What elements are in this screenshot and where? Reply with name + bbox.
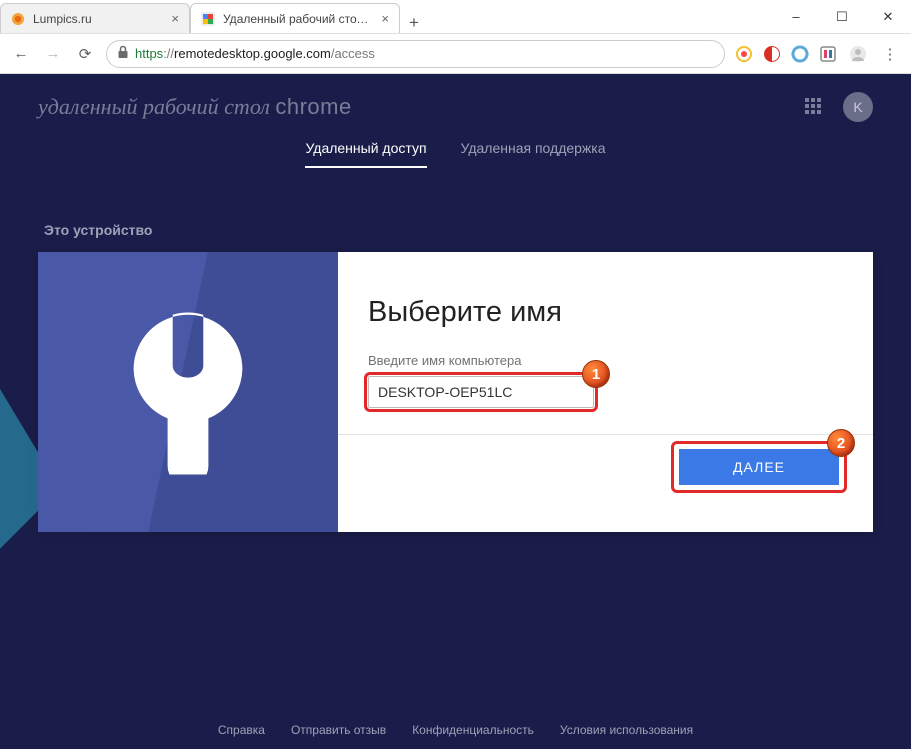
- footer-terms[interactable]: Условия использования: [560, 723, 693, 737]
- favicon-crd: [201, 12, 215, 26]
- button-row: ДАЛЕЕ 2: [368, 449, 839, 485]
- card-illustration: [38, 252, 338, 532]
- footer-privacy[interactable]: Конфиденциальность: [412, 723, 534, 737]
- apps-grid-icon[interactable]: [805, 98, 823, 116]
- divider: [338, 434, 873, 435]
- setup-card: Выберите имя Введите имя компьютера 1 ДА…: [38, 252, 873, 532]
- tab-strip: Lumpics.ru × Удаленный рабочий стол C × …: [0, 0, 773, 33]
- toolbar: ← → ⟳ https://remotedesktop.google.com/a…: [0, 34, 911, 74]
- input-label: Введите имя компьютера: [368, 353, 839, 368]
- next-button[interactable]: ДАЛЕЕ: [679, 449, 839, 485]
- tab-remote-access[interactable]: Удаленный доступ: [305, 140, 426, 168]
- input-wrap: 1: [368, 376, 594, 408]
- tab-label: Удаленный рабочий стол C: [223, 12, 373, 26]
- footer: Справка Отправить отзыв Конфиденциальнос…: [0, 723, 911, 737]
- ext-icon[interactable]: [791, 45, 809, 63]
- maximize-button[interactable]: ☐: [819, 0, 865, 33]
- forward-button: →: [42, 43, 64, 65]
- lock-icon: [117, 45, 129, 62]
- page: удаленный рабочий стол chrome K Удаленны…: [0, 74, 911, 749]
- card-form: Выберите имя Введите имя компьютера 1 ДА…: [338, 252, 873, 532]
- menu-icon[interactable]: ⋮: [879, 43, 901, 65]
- window-controls: – ☐ ✕: [773, 0, 911, 33]
- ext-icon[interactable]: [819, 45, 837, 63]
- page-tabs: Удаленный доступ Удаленная поддержка: [38, 140, 873, 168]
- titlebar: Lumpics.ru × Удаленный рабочий стол C × …: [0, 0, 911, 34]
- profile-icon[interactable]: [847, 43, 869, 65]
- computer-name-input[interactable]: [368, 376, 594, 408]
- tab-remote-desktop[interactable]: Удаленный рабочий стол C ×: [190, 3, 400, 33]
- tab-remote-support[interactable]: Удаленная поддержка: [461, 140, 606, 168]
- reload-button[interactable]: ⟳: [74, 43, 96, 65]
- this-device-section: Это устройство Выберите имя Введите имя …: [38, 222, 873, 532]
- extensions: [735, 45, 837, 63]
- favicon-lumpics: [11, 12, 25, 26]
- brand-title: удаленный рабочий стол chrome: [38, 94, 352, 120]
- page-header: удаленный рабочий стол chrome K: [38, 92, 873, 122]
- card-title: Выберите имя: [368, 296, 839, 329]
- tab-label: Lumpics.ru: [33, 12, 163, 26]
- footer-help[interactable]: Справка: [218, 723, 265, 737]
- ext-icon[interactable]: [763, 45, 781, 63]
- back-button[interactable]: ←: [10, 43, 32, 65]
- tab-lumpics[interactable]: Lumpics.ru ×: [0, 3, 190, 33]
- tab-close-icon[interactable]: ×: [381, 11, 389, 26]
- footer-feedback[interactable]: Отправить отзыв: [291, 723, 386, 737]
- avatar[interactable]: K: [843, 92, 873, 122]
- ext-icon[interactable]: [735, 45, 753, 63]
- wrench-icon: [103, 305, 273, 480]
- close-button[interactable]: ✕: [865, 0, 911, 33]
- minimize-button[interactable]: –: [773, 0, 819, 33]
- address-bar[interactable]: https://remotedesktop.google.com/access: [106, 40, 725, 68]
- new-tab-button[interactable]: +: [400, 13, 428, 33]
- section-title: Это устройство: [44, 222, 873, 238]
- url-text: https://remotedesktop.google.com/access: [135, 46, 375, 61]
- tab-close-icon[interactable]: ×: [171, 11, 179, 26]
